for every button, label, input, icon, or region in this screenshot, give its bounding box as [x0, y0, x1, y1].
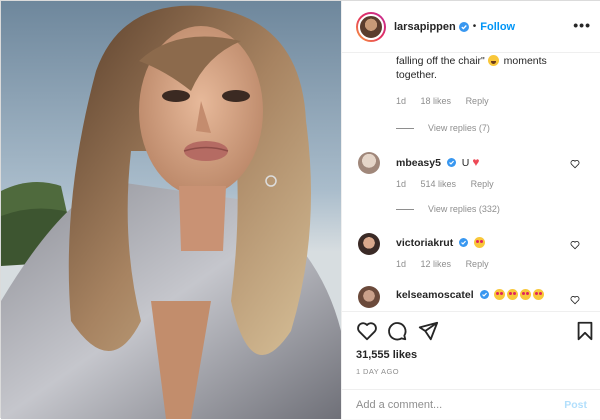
- heart-eyes-emoji-icon: [474, 237, 486, 248]
- commenter-username[interactable]: victoriakrut: [396, 237, 453, 249]
- add-comment-bar: Post: [342, 389, 600, 420]
- heart-eyes-emoji-icon: [507, 289, 519, 300]
- comment-likes[interactable]: 514 likes: [421, 179, 457, 189]
- more-options-icon[interactable]: •••: [573, 17, 591, 33]
- comment-text: U: [461, 157, 470, 169]
- laughing-emoji-icon: [487, 55, 499, 66]
- post-timestamp[interactable]: 1 DAY AGO: [356, 367, 399, 376]
- view-replies-button[interactable]: View replies (332): [396, 204, 500, 214]
- follow-button[interactable]: Follow: [480, 21, 515, 33]
- verified-badge-icon: [459, 238, 469, 247]
- commenter-avatar[interactable]: [358, 152, 380, 174]
- commenter-avatar[interactable]: [358, 233, 380, 255]
- comment-text-line: victoriakrut: [396, 236, 487, 250]
- author-username[interactable]: larsapippen: [394, 21, 456, 33]
- heart-icon[interactable]: [356, 320, 378, 342]
- comment-text: falling off the chair": [396, 55, 485, 67]
- likes-count[interactable]: 31,555 likes: [356, 349, 417, 361]
- replies-line: [396, 208, 414, 210]
- like-comment-heart-icon[interactable]: [570, 240, 580, 250]
- comment-likes[interactable]: 18 likes: [421, 96, 452, 106]
- commenter-username[interactable]: kelseamoscatel: [396, 289, 474, 301]
- comment-text: moments: [503, 55, 547, 67]
- heart-eyes-emoji-icon: [520, 289, 532, 300]
- post-photo[interactable]: [1, 1, 341, 419]
- like-comment-heart-icon[interactable]: [570, 295, 580, 305]
- verified-badge-icon: [479, 290, 489, 299]
- reply-button[interactable]: Reply: [466, 96, 489, 106]
- post-comment-button[interactable]: Post: [564, 399, 587, 411]
- heart-eyes-emoji-icon: [494, 289, 506, 300]
- view-replies-label: View replies (332): [428, 204, 500, 214]
- author-avatar[interactable]: [356, 11, 386, 42]
- reply-button[interactable]: Reply: [466, 259, 489, 269]
- replies-line: [396, 127, 414, 129]
- comment-age: 1d: [396, 96, 407, 106]
- comment-meta: 1d 12 likes Reply: [396, 259, 501, 269]
- comment-text-line: kelseamoscatel: [396, 288, 546, 302]
- like-comment-heart-icon[interactable]: [570, 159, 580, 169]
- post-side-panel: larsapippen • Follow ••• falling off the…: [341, 1, 600, 419]
- verified-badge-icon: [458, 21, 469, 32]
- comment-age: 1d: [396, 259, 407, 269]
- view-replies-label: View replies (7): [428, 123, 490, 133]
- reply-button[interactable]: Reply: [471, 179, 494, 189]
- comment-text-line: mbeasy5 U ♥: [396, 155, 479, 170]
- red-heart-emoji-icon: ♥: [472, 155, 480, 169]
- commenter-username[interactable]: mbeasy5: [396, 157, 441, 169]
- instagram-post: larsapippen • Follow ••• falling off the…: [0, 0, 600, 419]
- post-photo-image: [1, 1, 341, 419]
- comments-list[interactable]: falling off the chair" moments together.…: [342, 54, 600, 311]
- bookmark-icon[interactable]: [574, 320, 596, 342]
- commenter-avatar[interactable]: [358, 286, 380, 308]
- share-icon[interactable]: [417, 320, 439, 342]
- comment-meta: 1d 18 likes Reply: [396, 96, 501, 106]
- comment-text-line: together.: [396, 69, 437, 81]
- verified-badge-icon: [446, 158, 456, 167]
- comment-age: 1d: [396, 179, 407, 189]
- comment-text-line: falling off the chair" moments: [396, 54, 547, 68]
- view-replies-button[interactable]: View replies (7): [396, 123, 490, 133]
- comment-meta: 1d 514 likes Reply: [396, 179, 506, 189]
- header-separator: •: [472, 21, 477, 32]
- comment-icon[interactable]: [386, 320, 408, 342]
- post-actions: 31,555 likes 1 DAY AGO Post: [342, 311, 600, 419]
- comment-likes[interactable]: 12 likes: [421, 259, 452, 269]
- post-header: larsapippen • Follow •••: [342, 1, 600, 53]
- heart-eyes-emoji-icon: [533, 289, 545, 300]
- add-comment-input[interactable]: [356, 399, 565, 411]
